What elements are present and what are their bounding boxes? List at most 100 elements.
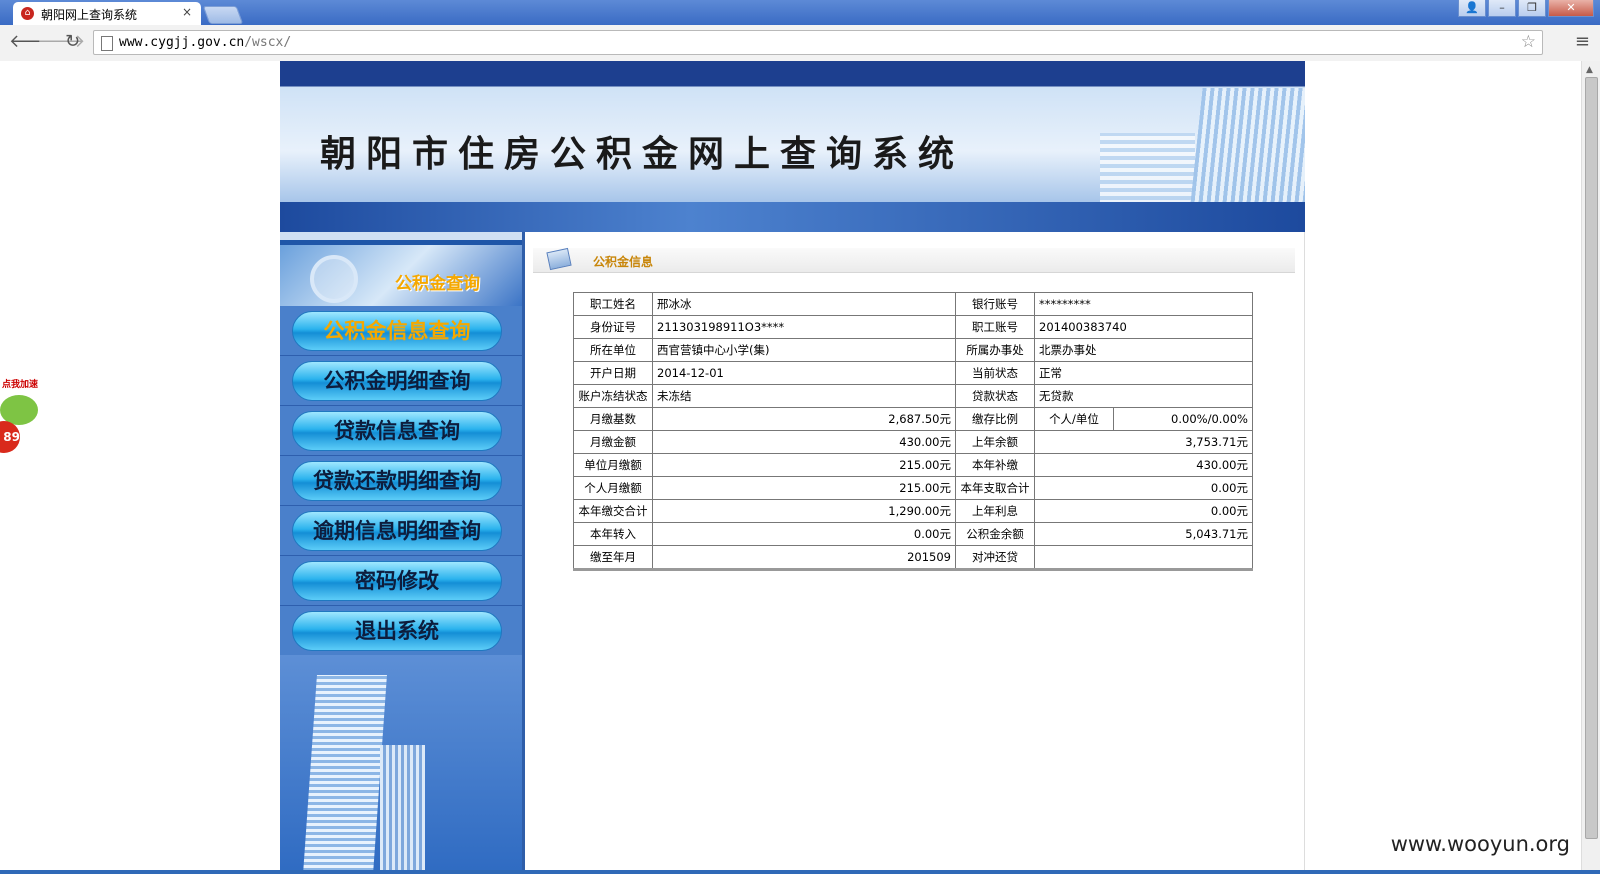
user-icon[interactable]: 👤 [1458,0,1486,17]
field-label: 身份证号 [573,315,653,339]
window-controls: 👤 – ❐ ✕ [1456,0,1594,18]
field-value: 3,753.71元 [1034,430,1253,454]
field-label: 所属办事处 [955,338,1035,362]
page-icon [101,36,113,51]
fund-detail-query-button[interactable]: 公积金明细查询 [292,361,502,401]
field-label: 上年余额 [955,430,1035,454]
site-title: 朝阳市住房公积金网上查询系统 [320,133,965,175]
speed-up-label: 点我加速 [2,380,39,390]
banner-wave [280,202,1305,232]
field-value: 0.00元 [1034,476,1253,500]
bookmark-star-icon[interactable]: ☆ [1521,32,1536,52]
field-value: 2014-12-01 [652,361,956,385]
speed-up-widget[interactable]: 点我加速 89 [0,377,48,473]
sidebar-item-fund-info: 公积金信息查询 [280,306,522,356]
loan-repayment-query-button[interactable]: 贷款还款明细查询 [292,461,502,501]
logout-button[interactable]: 退出系统 [292,611,502,651]
field-label: 本年补缴 [955,453,1035,477]
field-value: 211303198911O3**** [652,315,956,339]
field-value [1034,545,1253,570]
table-row: 所在单位 西官营镇中心小学(集) 所属办事处 北票办事处 [573,338,1253,362]
field-label: 本年缴交合计 [573,499,653,523]
browser-titlebar: ⌂ 朝阳网上查询系统 × 👤 – ❐ ✕ [0,0,1600,25]
field-value: ********* [1034,292,1253,316]
field-label: 对冲还贷 [955,545,1035,570]
overdue-detail-query-button[interactable]: 逾期信息明细查询 [292,511,502,551]
table-row: 开户日期 2014-12-01 当前状态 正常 [573,361,1253,385]
field-label: 开户日期 [573,361,653,385]
sidebar-item-password: 密码修改 [280,556,522,606]
sidebar-item-fund-detail: 公积金明细查询 [280,356,522,406]
sidebar-header: 公积金查询 [280,240,522,306]
tab-close-icon[interactable]: × [182,5,192,19]
field-value: 0.00元 [652,522,956,546]
table-row: 月缴金额 430.00元 上年余额 3,753.71元 [573,430,1253,454]
sidebar: 公积金查询 公积金信息查询 公积金明细查询 贷款信息查询 贷款还款明细查询 逾期… [280,240,522,874]
sidebar-building-image [280,655,522,874]
browser-tab[interactable]: ⌂ 朝阳网上查询系统 × [13,2,201,25]
tower-image [303,675,387,874]
document-pen-icon [546,247,572,271]
field-label: 缴存比例 [955,407,1035,431]
field-label: 个人月缴额 [573,476,653,500]
address-bar[interactable]: www.cygjj.gov.cn/wscx/ ☆ [93,30,1543,55]
field-value: 无贷款 [1034,384,1253,408]
field-label: 贷款状态 [955,384,1035,408]
table-row: 身份证号 211303198911O3**** 职工账号 201400383740 [573,315,1253,339]
field-value: 邢冰冰 [652,292,956,316]
field-value: 西官营镇中心小学(集) [652,338,956,362]
table-row: 个人月缴额 215.00元 本年支取合计 0.00元 [573,476,1253,500]
table-row: 本年缴交合计 1,290.00元 上年利息 0.00元 [573,499,1253,523]
field-label: 单位月缴额 [573,453,653,477]
change-password-button[interactable]: 密码修改 [292,561,502,601]
table-row: 职工姓名 邢冰冰 银行账号 ********* [573,292,1253,316]
field-label: 公积金余额 [955,522,1035,546]
minimize-button[interactable]: – [1488,0,1516,17]
site-banner: 朝阳市住房公积金网上查询系统 [280,61,1305,232]
field-label: 当前状态 [955,361,1035,385]
fund-info-query-button[interactable]: 公积金信息查询 [292,311,502,351]
field-label: 缴至年月 [573,545,653,570]
section-title: 公积金信息 [593,255,654,269]
sidebar-item-loan-repayment: 贷款还款明细查询 [280,456,522,506]
field-value: 正常 [1034,361,1253,385]
field-value: 未冻结 [652,384,956,408]
url-text: www.cygjj.gov.cn/wscx/ [119,35,291,50]
scroll-up-icon[interactable]: ▲ [1586,65,1593,75]
field-value: 0.00%/0.00% [1113,407,1253,431]
reload-icon[interactable]: ↻ [65,32,80,52]
field-label: 本年支取合计 [955,476,1035,500]
new-tab-button[interactable] [202,6,244,24]
field-value: 北票办事处 [1034,338,1253,362]
tab-title: 朝阳网上查询系统 [41,8,138,22]
browser-menu-icon[interactable]: ≡ [1575,31,1590,52]
sidebar-menu: 公积金信息查询 公积金明细查询 贷款信息查询 贷款还款明细查询 逾期信息明细查询… [280,306,522,656]
table-row: 单位月缴额 215.00元 本年补缴 430.00元 [573,453,1253,477]
loan-info-query-button[interactable]: 贷款信息查询 [292,411,502,451]
watermark: www.wooyun.org [1390,832,1570,856]
field-label: 账户冻结状态 [573,384,653,408]
field-label: 职工账号 [955,315,1035,339]
scroll-thumb[interactable] [1585,77,1598,839]
field-value: 215.00元 [652,476,956,500]
site-favicon-icon: ⌂ [21,7,34,20]
field-value: 201400383740 [1034,315,1253,339]
table-row: 缴至年月 201509 对冲还贷 [573,545,1253,570]
vertical-scrollbar[interactable]: ▲ [1581,61,1600,874]
field-value: 201509 [652,545,956,570]
field-label: 月缴基数 [573,407,653,431]
field-label: 所在单位 [573,338,653,362]
field-label: 月缴金额 [573,430,653,454]
field-value: 430.00元 [1034,453,1253,477]
field-label: 本年转入 [573,522,653,546]
fund-info-table-body: 职工姓名 邢冰冰 银行账号 ********* 身份证号 211303198911O3**… [573,292,1253,570]
field-value: 2,687.50元 [652,407,956,431]
url-host: www.cygjj.gov.cn [119,35,245,50]
url-path: /wscx/ [244,35,292,50]
close-window-button[interactable]: ✕ [1548,0,1594,17]
magnifier-icon [310,255,358,303]
table-row: 月缴基数 2,687.50元 缴存比例 个人/单位 0.00%/0.00% [573,407,1253,431]
field-value: 215.00元 [652,453,956,477]
main-panel: 公积金信息 职工姓名 邢冰冰 银行账号 ********* 身份证号 2113031989… [525,232,1305,874]
restore-button[interactable]: ❐ [1518,0,1546,17]
